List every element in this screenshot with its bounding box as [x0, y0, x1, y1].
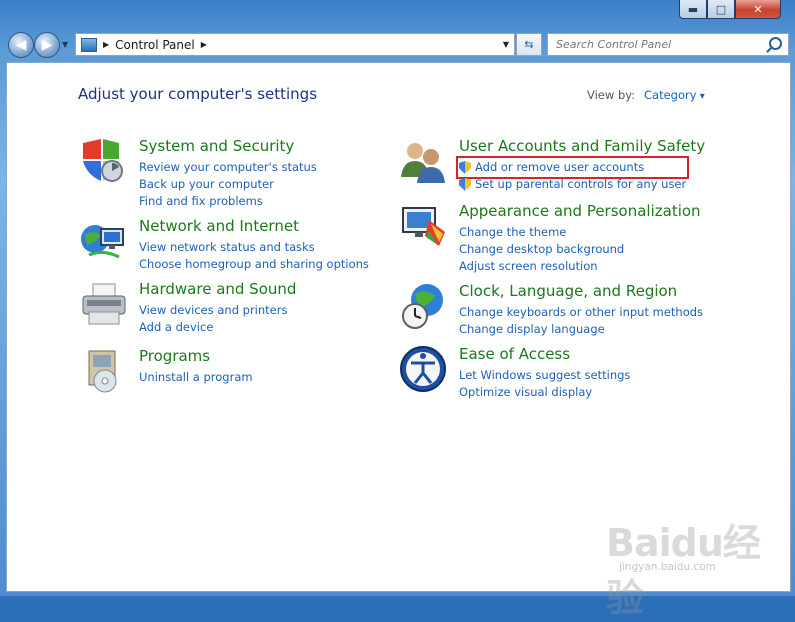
link-desktop-background[interactable]: Change desktop background: [459, 241, 624, 258]
refresh-button[interactable]: ⇆: [516, 33, 542, 56]
link-find-fix[interactable]: Find and fix problems: [139, 193, 317, 210]
user-accounts-icon: [401, 143, 445, 183]
navigation-bar: ◀ ▶ ▼ ▶ Control Panel ▶ ▼ ⇆: [6, 31, 789, 58]
category-title[interactable]: Programs: [139, 347, 210, 365]
link-add-device[interactable]: Add a device: [139, 319, 287, 336]
printer-icon: [82, 283, 126, 325]
link-change-keyboards[interactable]: Change keyboards or other input methods: [459, 304, 703, 321]
address-dropdown-icon[interactable]: ▼: [503, 40, 509, 49]
category-title[interactable]: User Accounts and Family Safety: [459, 137, 705, 155]
search-icon[interactable]: [769, 37, 782, 50]
maximize-button[interactable]: □: [707, 0, 735, 19]
window-frame: ▬ □ ✕ ◀ ▶ ▼ ▶ Control Panel ▶ ▼ ⇆ Adjust…: [0, 0, 795, 620]
link-display-language[interactable]: Change display language: [459, 321, 703, 338]
ease-of-access-icon: [400, 346, 446, 392]
chevron-right-icon[interactable]: ▶: [103, 40, 109, 49]
close-button[interactable]: ✕: [735, 0, 781, 19]
view-by-label: View by:: [587, 88, 636, 102]
system-security-shield-icon: [83, 139, 123, 182]
link-screen-resolution[interactable]: Adjust screen resolution: [459, 258, 624, 275]
category-title[interactable]: Appearance and Personalization: [459, 202, 701, 220]
link-parental-controls[interactable]: Set up parental controls for any user: [459, 176, 686, 193]
link-suggest-settings[interactable]: Let Windows suggest settings: [459, 367, 630, 384]
link-back-up[interactable]: Back up your computer: [139, 176, 317, 193]
forward-arrow-icon[interactable]: ▶: [34, 32, 60, 58]
programs-icon: [88, 350, 117, 393]
view-by-dropdown[interactable]: Category: [644, 88, 705, 102]
link-devices-printers[interactable]: View devices and printers: [139, 302, 287, 319]
category-title[interactable]: Hardware and Sound: [139, 280, 296, 298]
link-homegroup[interactable]: Choose homegroup and sharing options: [139, 256, 369, 273]
link-network-status[interactable]: View network status and tasks: [139, 239, 369, 256]
back-arrow-icon[interactable]: ◀: [8, 32, 34, 58]
link-review-status[interactable]: Review your computer's status: [139, 159, 317, 176]
link-optimize-visual[interactable]: Optimize visual display: [459, 384, 630, 401]
chevron-right-icon[interactable]: ▶: [201, 40, 207, 49]
clock-globe-icon: [402, 284, 443, 329]
category-title[interactable]: Network and Internet: [139, 217, 299, 235]
control-panel-icon: [81, 37, 97, 52]
search-input[interactable]: [554, 37, 768, 52]
category-title[interactable]: Ease of Access: [459, 345, 570, 363]
appearance-monitor-icon: [402, 207, 445, 246]
category-title[interactable]: System and Security: [139, 137, 294, 155]
link-change-theme[interactable]: Change the theme: [459, 224, 624, 241]
watermark-url: jingyan.baidu.com: [619, 561, 716, 573]
address-bar[interactable]: ▶ Control Panel ▶ ▼: [75, 33, 515, 56]
recent-pages-dropdown-icon[interactable]: ▼: [62, 40, 68, 49]
minimize-button[interactable]: ▬: [679, 0, 707, 19]
network-globe-icon: [81, 225, 124, 259]
breadcrumb-control-panel[interactable]: Control Panel: [115, 38, 195, 52]
search-box: [547, 33, 789, 56]
link-uninstall-program[interactable]: Uninstall a program: [139, 369, 253, 386]
page-title: Adjust your computer's settings: [78, 85, 318, 103]
window-controls: ▬ □ ✕: [679, 0, 781, 20]
category-title[interactable]: Clock, Language, and Region: [459, 282, 677, 300]
link-add-remove-accounts[interactable]: Add or remove user accounts: [455, 156, 690, 179]
